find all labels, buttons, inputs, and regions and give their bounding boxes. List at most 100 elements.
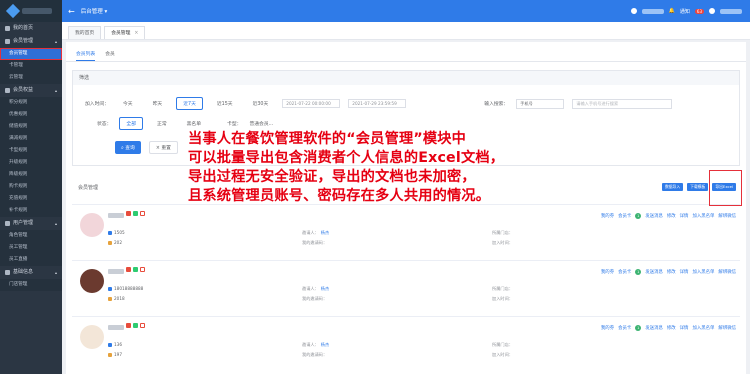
sidebar-sub-staff-live[interactable]: 员工直播 xyxy=(0,254,62,266)
heart-icon xyxy=(140,323,145,328)
send-message-link[interactable]: 发送消息 xyxy=(645,213,663,219)
avatar xyxy=(80,325,104,349)
download-template-button[interactable]: 下载模板 xyxy=(687,183,709,191)
date-end-input[interactable]: 2021-07-29 23:59:59 xyxy=(348,99,407,108)
edit-link[interactable]: 修改 xyxy=(667,325,676,331)
sidebar-sub-card-manage[interactable]: 卡管理 xyxy=(0,60,62,72)
referrer-link[interactable]: 杨杰 xyxy=(321,230,329,236)
chevron-up-icon: ▴ xyxy=(54,270,57,275)
sidebar-sub-rule[interactable]: 购卡规则 xyxy=(0,181,62,193)
member-name-blurred xyxy=(108,269,124,274)
send-message-link[interactable]: 发送消息 xyxy=(645,269,663,275)
heart-icon xyxy=(140,267,145,272)
sidebar-sub-member-manage[interactable]: 会员管理 xyxy=(0,48,62,60)
phone-icon xyxy=(108,342,112,347)
status-option[interactable]: 全部 xyxy=(119,117,144,130)
member-card-link[interactable]: 会员卡 xyxy=(618,325,631,331)
edit-link[interactable]: 修改 xyxy=(667,269,676,275)
info-icon xyxy=(5,270,10,275)
referrer-link[interactable]: 杨杰 xyxy=(321,342,329,348)
bell-icon[interactable]: 🔔 xyxy=(669,8,675,14)
close-icon[interactable]: × xyxy=(134,31,138,36)
status-filter-row: 状态： 全部 正常 黑名单 卡型： 普通会员... xyxy=(97,117,273,130)
list-title: 会员管理 xyxy=(78,184,99,191)
sidebar-item-rights[interactable]: 会员权益 ▴ xyxy=(0,84,62,97)
card-value[interactable]: 普通会员... xyxy=(249,120,273,127)
logo-icon xyxy=(5,3,21,19)
time-option[interactable]: 近30天 xyxy=(247,98,275,109)
import-button[interactable]: 数据导入 xyxy=(661,183,684,191)
system-switcher[interactable]: 后台管理 ▾ xyxy=(81,7,108,15)
wechat-icon xyxy=(133,323,138,328)
detail-link[interactable]: 详情 xyxy=(680,325,689,331)
filter-title: 筛选 xyxy=(73,71,739,85)
my-coupons-link[interactable]: 我的券 xyxy=(601,325,614,331)
user-icon[interactable] xyxy=(630,8,637,14)
sidebar-item-basic[interactable]: 基础信息 ▴ xyxy=(0,266,62,279)
annotation-line: 可以批量导出包含消费者个人信息的Excel文档， xyxy=(188,150,505,166)
sidebar-sub-staff[interactable]: 员工管理 xyxy=(0,242,62,254)
sidebar-sub-rule[interactable]: 优惠规则 xyxy=(0,109,62,121)
member-icon xyxy=(5,39,10,44)
date-start-input[interactable]: 2021-07-22 00:00:00 xyxy=(282,99,341,108)
member-code: 2018 xyxy=(114,296,125,301)
time-option[interactable]: 近15天 xyxy=(211,98,239,109)
tab-member-manage[interactable]: 会员管理 × xyxy=(104,26,146,39)
subtab-member[interactable]: 会员 xyxy=(105,50,115,61)
blacklist-link[interactable]: 加入黑名单 xyxy=(692,213,714,219)
status-label: 状态： xyxy=(97,122,112,127)
card-count-badge: 1 xyxy=(635,269,642,275)
referrer-link[interactable]: 杨杰 xyxy=(321,286,329,292)
search-type-select[interactable]: 手机号 xyxy=(516,98,565,109)
blacklist-link[interactable]: 加入黑名单 xyxy=(692,325,714,331)
sidebar-sub-rule[interactable]: 积分规则 xyxy=(0,97,62,109)
time-option[interactable]: 近7天 xyxy=(176,97,203,110)
unbind-wechat-link[interactable]: 解绑微信 xyxy=(718,213,736,219)
sidebar-sub-rule[interactable]: 卡型规则 xyxy=(0,145,62,157)
sidebar-sub-rule[interactable]: 满减规则 xyxy=(0,133,62,145)
notice-label[interactable]: 通知 xyxy=(680,8,690,15)
member-actions: 我的券 会员卡 1 发送消息 修改 详情 加入黑名单 解绑微信 xyxy=(601,325,736,331)
account-blurred xyxy=(720,8,742,14)
sidebar-sub-rule[interactable]: 充值规则 xyxy=(0,193,62,205)
member-card-link[interactable]: 会员卡 xyxy=(618,213,631,219)
sidebar-sub-rule[interactable]: 补卡规则 xyxy=(0,205,62,217)
status-option[interactable]: 正常 xyxy=(151,118,173,129)
sidebar-sub-cloud-manage[interactable]: 云管理 xyxy=(0,72,62,84)
my-coupons-link[interactable]: 我的券 xyxy=(601,269,614,275)
member-card-link[interactable]: 会员卡 xyxy=(618,269,631,275)
tab-home[interactable]: 我的首页 xyxy=(68,26,102,39)
sidebar-item-users[interactable]: 用户管理 ▴ xyxy=(0,217,62,230)
edit-link[interactable]: 修改 xyxy=(667,213,676,219)
unbind-wechat-link[interactable]: 解绑微信 xyxy=(718,269,736,275)
my-coupons-link[interactable]: 我的券 xyxy=(601,213,614,219)
search-input[interactable]: 请输入手机号进行搜索 xyxy=(572,98,673,109)
blacklist-link[interactable]: 加入黑名单 xyxy=(692,269,714,275)
sidebar-sub-roles[interactable]: 角色管理 xyxy=(0,230,62,242)
sidebar-item-member[interactable]: 会员管理 ▴ xyxy=(0,35,62,48)
time-option[interactable]: 昨天 xyxy=(147,98,169,109)
unbind-wechat-link[interactable]: 解绑微信 xyxy=(718,325,736,331)
detail-link[interactable]: 详情 xyxy=(680,213,689,219)
back-arrow-icon[interactable]: ← xyxy=(68,7,75,16)
send-message-link[interactable]: 发送消息 xyxy=(645,325,663,331)
sidebar-sub-rule[interactable]: 储值规则 xyxy=(0,121,62,133)
avatar[interactable] xyxy=(709,8,715,14)
time-option[interactable]: 今天 xyxy=(117,98,139,109)
detail-link[interactable]: 详情 xyxy=(680,269,689,275)
card-icon xyxy=(108,240,112,245)
avatar xyxy=(80,269,104,293)
query-button[interactable]: ⌕ 查询 xyxy=(115,141,141,154)
chevron-up-icon: ▴ xyxy=(54,39,57,44)
reset-button[interactable]: × 重置 xyxy=(148,141,178,154)
sidebar-sub-rule[interactable]: 升级规则 xyxy=(0,157,62,169)
sidebar-sub-stores[interactable]: 门店管理 xyxy=(0,279,62,291)
sub-tabs: 会员列表 会员 xyxy=(66,42,746,62)
sidebar-sub-rule[interactable]: 降级规则 xyxy=(0,169,62,181)
sidebar-item-home[interactable]: 我的首页 xyxy=(0,22,62,35)
wechat-icon xyxy=(133,211,138,216)
subtab-member-list[interactable]: 会员列表 xyxy=(76,50,96,61)
status-option[interactable]: 黑名单 xyxy=(181,118,207,129)
card-count-badge: 1 xyxy=(635,213,642,219)
wechat-icon xyxy=(133,267,138,272)
